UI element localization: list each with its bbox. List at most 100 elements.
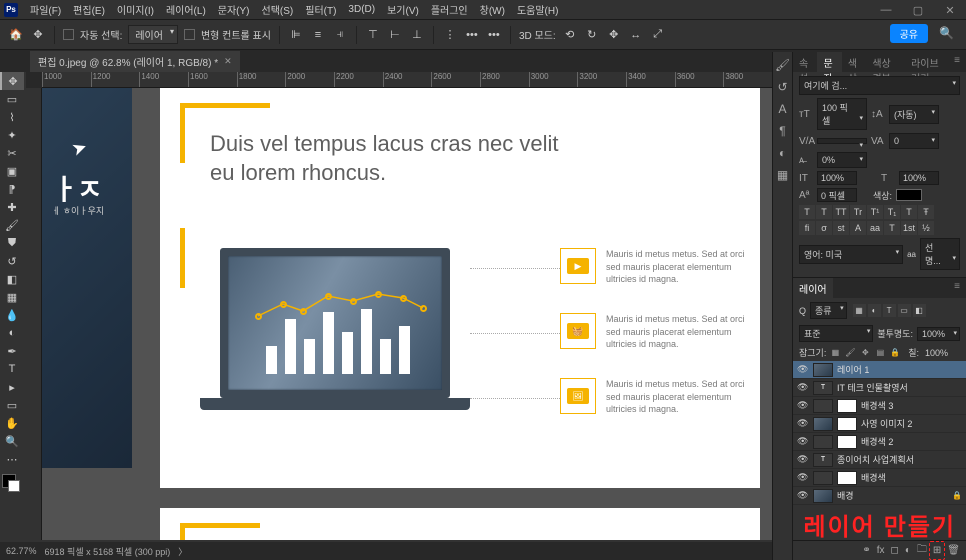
layers-panel-menu-icon[interactable]: ≡ — [948, 278, 966, 298]
frame-tool[interactable]: ▣ — [0, 162, 24, 180]
history-brush-tool[interactable]: ↺ — [0, 252, 24, 270]
layer-group-icon[interactable]: 🗀 — [917, 542, 927, 559]
kerning-input[interactable] — [817, 138, 867, 144]
font-family-dropdown[interactable]: 여기에 검... — [799, 76, 960, 95]
link-layers-icon[interactable]: ⚭ — [862, 545, 870, 556]
3d-slide-icon[interactable]: ↔ — [628, 27, 644, 43]
fill-input[interactable]: 100% — [922, 347, 960, 359]
move-tool[interactable]: ✥ — [0, 72, 24, 90]
close-button[interactable]: ✕ — [934, 0, 966, 20]
layer-item[interactable]: 👁 배경색 2 — [793, 433, 966, 451]
stamp-tool[interactable]: ⛊ — [0, 234, 24, 252]
layer-thumbnail[interactable] — [813, 417, 833, 431]
italic-button[interactable]: T — [816, 205, 832, 219]
filter-smart-icon[interactable]: ◧ — [913, 304, 926, 317]
stylistic-button[interactable]: aa — [867, 221, 883, 235]
layer-item[interactable]: 👁 배경 🔒 — [793, 487, 966, 505]
minimize-button[interactable]: — — [870, 0, 902, 20]
layer-name[interactable]: IT 테크 인물촬영서 — [837, 381, 908, 394]
menu-select[interactable]: 선택(S) — [256, 2, 300, 17]
eraser-tool[interactable]: ◧ — [0, 270, 24, 288]
layer-thumbnail[interactable] — [813, 363, 833, 377]
menu-filter[interactable]: 필터(T) — [299, 2, 342, 17]
visibility-toggle-icon[interactable]: 👁 — [797, 382, 809, 393]
ordinals-button[interactable]: 1st — [901, 221, 917, 235]
layer-item[interactable]: 👁 배경색 3 — [793, 397, 966, 415]
brush-presets-icon[interactable]: 🖌 — [775, 58, 790, 72]
decoration-input[interactable]: 0% — [817, 152, 867, 168]
layer-item[interactable]: 👁 T IT 테크 인물촬영서 — [793, 379, 966, 397]
align-top-icon[interactable]: ⊤ — [365, 27, 381, 43]
titling-button[interactable]: T — [884, 221, 900, 235]
layer-item[interactable]: 👁 레이어 1 — [793, 361, 966, 379]
tab-swatches[interactable]: 색상 견본 — [866, 52, 905, 72]
align-left-icon[interactable]: ⊫ — [288, 27, 304, 43]
background-color[interactable] — [8, 480, 20, 492]
horizontal-ruler[interactable]: 10001200 14001600 18002000 22002400 2600… — [42, 72, 772, 88]
layer-item[interactable]: 👁 배경색 — [793, 469, 966, 487]
canvas[interactable]: ➤ ㅏㅈ ㅔ ㅎ이ㅏ우지 Duis vel tempus lacus cras … — [42, 88, 772, 540]
menu-window[interactable]: 창(W) — [474, 2, 511, 17]
menu-3d[interactable]: 3D(D) — [342, 4, 381, 15]
align-vcenter-icon[interactable]: ⊢ — [387, 27, 403, 43]
hand-tool[interactable]: ✋ — [0, 414, 24, 432]
layer-item[interactable]: 👁 T 종이어치 사업계획서 — [793, 451, 966, 469]
menu-edit[interactable]: 편집(E) — [67, 2, 111, 17]
distribute-h-icon[interactable]: ⋮ — [442, 27, 458, 43]
lock-position-icon[interactable]: ✥ — [859, 347, 871, 359]
align-hcenter-icon[interactable]: ≡ — [310, 27, 326, 43]
path-select-tool[interactable]: ▸ — [0, 378, 24, 396]
align-right-icon[interactable]: ⫣ — [332, 27, 348, 43]
smallcaps-button[interactable]: Tr — [850, 205, 866, 219]
layer-name[interactable]: 배경색 2 — [861, 435, 893, 448]
new-layer-icon[interactable]: ⊞ — [933, 545, 941, 556]
close-tab-icon[interactable]: ✕ — [224, 56, 232, 67]
lock-pixels-icon[interactable]: 🖌 — [844, 347, 856, 359]
layer-item[interactable]: 👁 사영 이미지 2 — [793, 415, 966, 433]
visibility-toggle-icon[interactable]: 👁 — [797, 472, 809, 483]
tab-properties[interactable]: 속성 — [793, 52, 817, 72]
share-button[interactable]: 공유 — [890, 24, 928, 43]
language-dropdown[interactable]: 영어: 미국 — [799, 245, 903, 264]
type-tool[interactable]: T — [0, 360, 24, 378]
styles-panel-icon[interactable]: ▦ — [777, 168, 788, 182]
layer-name[interactable]: 배경 — [837, 489, 854, 502]
menu-help[interactable]: 도움말(H) — [511, 2, 564, 17]
healing-tool[interactable]: ✚ — [0, 198, 24, 216]
delete-layer-icon[interactable]: 🗑 — [947, 545, 960, 556]
menu-plugins[interactable]: 플러그인 — [425, 2, 474, 17]
filter-adjustment-icon[interactable]: ◐ — [868, 304, 881, 317]
eyedropper-tool[interactable]: ⁋ — [0, 180, 24, 198]
zoom-tool[interactable]: 🔍 — [0, 432, 24, 450]
more-options-icon[interactable]: ••• — [486, 27, 502, 43]
underline-button[interactable]: T — [901, 205, 917, 219]
layer-thumbnail[interactable] — [813, 471, 833, 485]
layer-mask-thumbnail[interactable] — [837, 417, 857, 431]
antialiasing-dropdown[interactable]: 선명... — [920, 238, 960, 270]
layer-mask-icon[interactable]: ◻ — [891, 545, 899, 556]
3d-scale-icon[interactable]: ⤢ — [650, 27, 666, 43]
lock-transparency-icon[interactable]: ▦ — [829, 347, 841, 359]
home-icon[interactable]: 🏠 — [8, 27, 24, 43]
layer-mask-thumbnail[interactable] — [837, 399, 857, 413]
visibility-toggle-icon[interactable]: 👁 — [797, 364, 809, 375]
menu-file[interactable]: 파일(F) — [24, 2, 67, 17]
swash-button[interactable]: A — [850, 221, 866, 235]
zoom-level[interactable]: 62.77% — [6, 546, 37, 556]
layer-mask-thumbnail[interactable] — [837, 471, 857, 485]
layer-thumbnail[interactable]: T — [813, 453, 833, 467]
vscale-input[interactable] — [817, 171, 857, 185]
text-color-swatch[interactable] — [896, 189, 922, 201]
layer-mask-thumbnail[interactable] — [837, 435, 857, 449]
opacity-input[interactable]: 100% — [917, 327, 960, 341]
tab-color[interactable]: 색상 — [842, 52, 866, 72]
ligatures-button[interactable]: fi — [799, 221, 815, 235]
pen-tool[interactable]: ✒ — [0, 342, 24, 360]
transform-controls-checkbox[interactable] — [184, 29, 195, 40]
layer-name[interactable]: 배경색 — [861, 471, 886, 484]
visibility-toggle-icon[interactable]: 👁 — [797, 418, 809, 429]
layer-filter-kind-dropdown[interactable]: 종류 — [810, 302, 847, 319]
layer-name[interactable]: 레이어 1 — [837, 363, 869, 376]
history-panel-icon[interactable]: ↺ — [777, 80, 787, 94]
filter-type-icon[interactable]: T — [883, 304, 896, 317]
